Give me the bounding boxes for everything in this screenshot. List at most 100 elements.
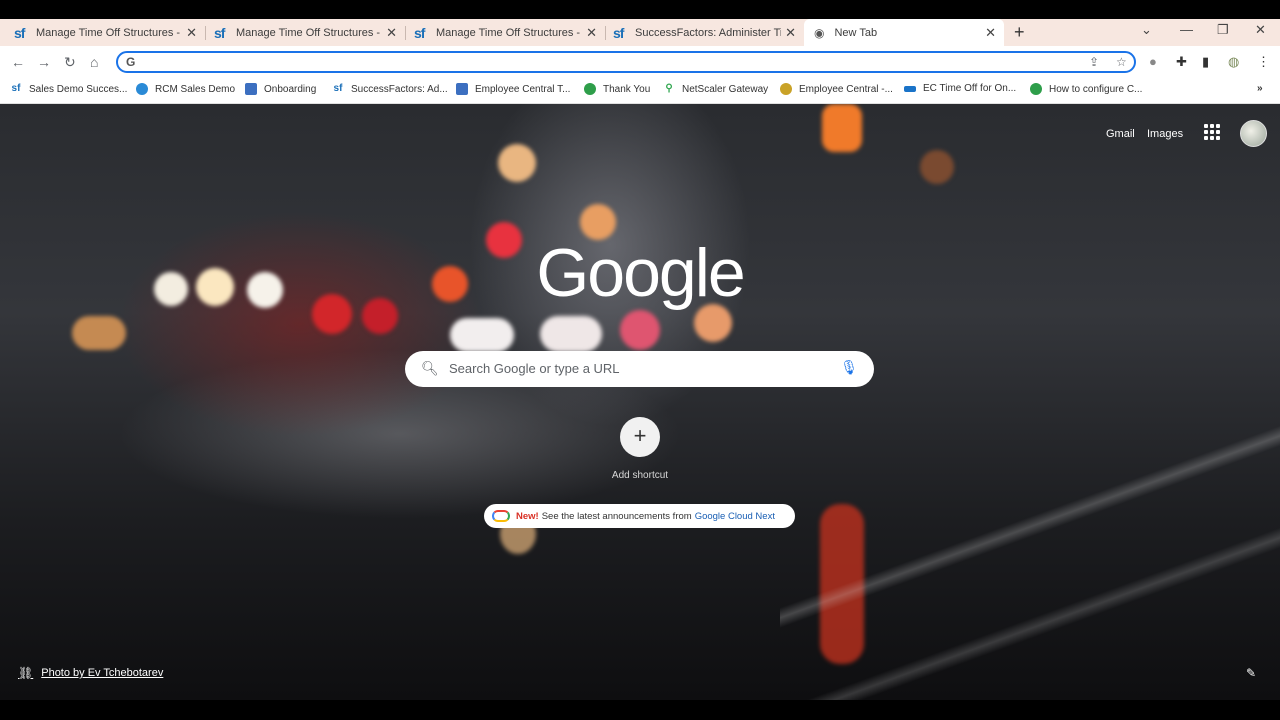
add-shortcut-label: Add shortcut: [611, 470, 669, 481]
bookmark-label: RCM Sales Demo: [155, 83, 236, 95]
close-icon[interactable]: ✕: [985, 25, 996, 41]
address-bar[interactable]: G: [116, 51, 1136, 73]
bookmark-label: Thank You: [603, 83, 651, 95]
tab-title: Manage Time Off Structures - Su: [36, 26, 182, 39]
promo-new-label: New!: [516, 510, 539, 522]
photo-credit-text: Photo by Ev Tchebotarev: [41, 667, 164, 679]
bookmark-label: EC Time Off for On...: [923, 83, 1017, 94]
bookmark-label: How to configure C...: [1049, 83, 1143, 95]
bookmark-ec-time-off[interactable]: EC Time Off for On...: [904, 83, 1016, 94]
lightbulb-icon: [780, 83, 792, 95]
green-circle-icon: [584, 83, 596, 95]
bookmark-employee-central[interactable]: Employee Central -...: [780, 83, 893, 95]
account-avatar[interactable]: [1240, 120, 1267, 147]
promo-banner[interactable]: New! See the latest announcements from G…: [484, 504, 795, 528]
more-bookmarks-icon[interactable]: »: [1257, 83, 1263, 94]
side-panel-icon[interactable]: ▮: [1202, 54, 1209, 70]
plus-icon: +: [633, 423, 647, 448]
customize-pencil-icon[interactable]: ✎: [1246, 666, 1256, 680]
photo-credit[interactable]: ⛓ Photo by Ev Tchebotarev: [18, 666, 163, 680]
bookmark-how-to-configure[interactable]: How to configure C...: [1030, 83, 1142, 95]
successfactors-icon: sf: [333, 83, 343, 94]
google-g-icon: G: [126, 55, 136, 69]
screen-top-bar: [0, 0, 1280, 19]
close-icon[interactable]: ✕: [586, 25, 597, 41]
bookmark-star-icon[interactable]: ☆: [1116, 55, 1127, 69]
tab-administer-time[interactable]: sf SuccessFactors: Administer Time ✕: [599, 19, 804, 46]
microphone-icon[interactable]: 🎙︎: [840, 359, 858, 376]
successfactors-icon: sf: [11, 83, 21, 94]
tab-manage-time-off-2[interactable]: sf Manage Time Off Structures - Su ✕: [200, 19, 405, 46]
bookmark-successfactors-admin[interactable]: sf SuccessFactors: Ad...: [332, 83, 448, 95]
bookmark-label: Onboarding: [264, 83, 317, 95]
tab-new-tab[interactable]: ◉ New Tab ✕: [804, 19, 1004, 46]
tab-title: New Tab: [834, 26, 878, 39]
puzzle-icon: [245, 83, 257, 95]
tab-search-icon[interactable]: ⌄: [1141, 22, 1152, 38]
close-icon[interactable]: ✕: [386, 25, 397, 41]
screen-bottom-bar: [0, 700, 1280, 720]
cloud-icon: [136, 83, 148, 95]
link-icon: ⛓: [18, 666, 34, 680]
background-bokeh: [540, 316, 602, 352]
background-bokeh: [450, 318, 514, 352]
bookmarks-bar: sf Sales Demo Succes... RCM Sales Demo On…: [0, 78, 1280, 104]
promo-link[interactable]: Google Cloud Next: [695, 511, 775, 522]
search-icon: 🔍︎: [421, 360, 439, 376]
successfactors-icon: sf: [14, 24, 25, 41]
google-logo: Google: [536, 235, 745, 311]
extension-icon[interactable]: ●: [1149, 54, 1157, 69]
bookmark-label: NetScaler Gateway: [682, 83, 769, 95]
forward-icon[interactable]: →: [37, 54, 51, 70]
bookmark-employee-central-t[interactable]: Employee Central T...: [456, 83, 570, 95]
puzzle-icon: [456, 83, 468, 95]
bookmark-onboarding[interactable]: Onboarding: [245, 83, 316, 95]
search-box[interactable]: 🔍︎ Search Google or type a URL 🎙︎: [405, 351, 874, 387]
puzzle-extensions-icon[interactable]: ✚: [1176, 54, 1187, 70]
sap-icon: [904, 85, 916, 92]
background-bokeh: [72, 316, 126, 350]
bookmark-rcm-sales-demo[interactable]: RCM Sales Demo: [136, 83, 235, 95]
successfactors-icon: sf: [613, 24, 624, 41]
successfactors-icon: sf: [214, 24, 225, 41]
bookmark-label: Employee Central T...: [475, 83, 571, 95]
add-shortcut-button[interactable]: +: [620, 417, 660, 457]
background-bokeh: [822, 104, 862, 152]
tab-title: SuccessFactors: Administer Time: [635, 26, 781, 39]
share-icon[interactable]: ⇪: [1089, 55, 1099, 69]
profile-avatar-icon[interactable]: ◍: [1228, 54, 1239, 70]
map-pin-icon: ⚲: [665, 83, 673, 94]
bookmark-label: Sales Demo Succes...: [29, 83, 128, 95]
search-placeholder: Search Google or type a URL: [449, 361, 620, 376]
background-bokeh: [498, 144, 536, 182]
chrome-icon: ◉: [814, 25, 825, 40]
menu-dots-icon[interactable]: ⋮: [1257, 54, 1270, 70]
bookmark-label: SuccessFactors: Ad...: [351, 83, 448, 95]
tab-manage-time-off-3[interactable]: sf Manage Time Off Structures - Su ✕: [400, 19, 605, 46]
background-bokeh: [620, 310, 660, 350]
tab-manage-time-off-1[interactable]: sf Manage Time Off Structures - Su ✕: [0, 19, 205, 46]
back-icon[interactable]: ←: [11, 54, 25, 70]
new-tab-button[interactable]: +: [1014, 22, 1025, 43]
restore-button[interactable]: ❐: [1217, 22, 1229, 38]
tab-title: Manage Time Off Structures - Su: [236, 26, 382, 39]
close-window-button[interactable]: ✕: [1255, 22, 1266, 38]
bookmark-thank-you[interactable]: Thank You: [584, 83, 650, 95]
gmail-link[interactable]: Gmail: [1106, 128, 1135, 140]
bookmark-sales-demo[interactable]: sf Sales Demo Succes...: [10, 83, 128, 95]
home-icon[interactable]: ⌂: [90, 54, 98, 70]
green-circle-icon: [1030, 83, 1042, 95]
minimize-button[interactable]: —: [1180, 22, 1193, 37]
new-tab-page: Gmail Images Google 🔍︎ Search Google or …: [0, 104, 1280, 700]
reload-icon[interactable]: ↻: [64, 54, 76, 71]
background-tracks: [780, 404, 1280, 700]
google-apps-icon[interactable]: [1204, 124, 1220, 140]
images-link[interactable]: Images: [1147, 128, 1183, 140]
close-icon[interactable]: ✕: [186, 25, 197, 41]
bookmark-netscaler-gateway[interactable]: ⚲ NetScaler Gateway: [663, 83, 768, 95]
tab-title: Manage Time Off Structures - Su: [436, 26, 582, 39]
promo-text: See the latest announcements from: [541, 510, 692, 522]
close-icon[interactable]: ✕: [785, 25, 796, 41]
bookmark-label: Employee Central -...: [799, 83, 893, 95]
successfactors-icon: sf: [414, 24, 425, 41]
